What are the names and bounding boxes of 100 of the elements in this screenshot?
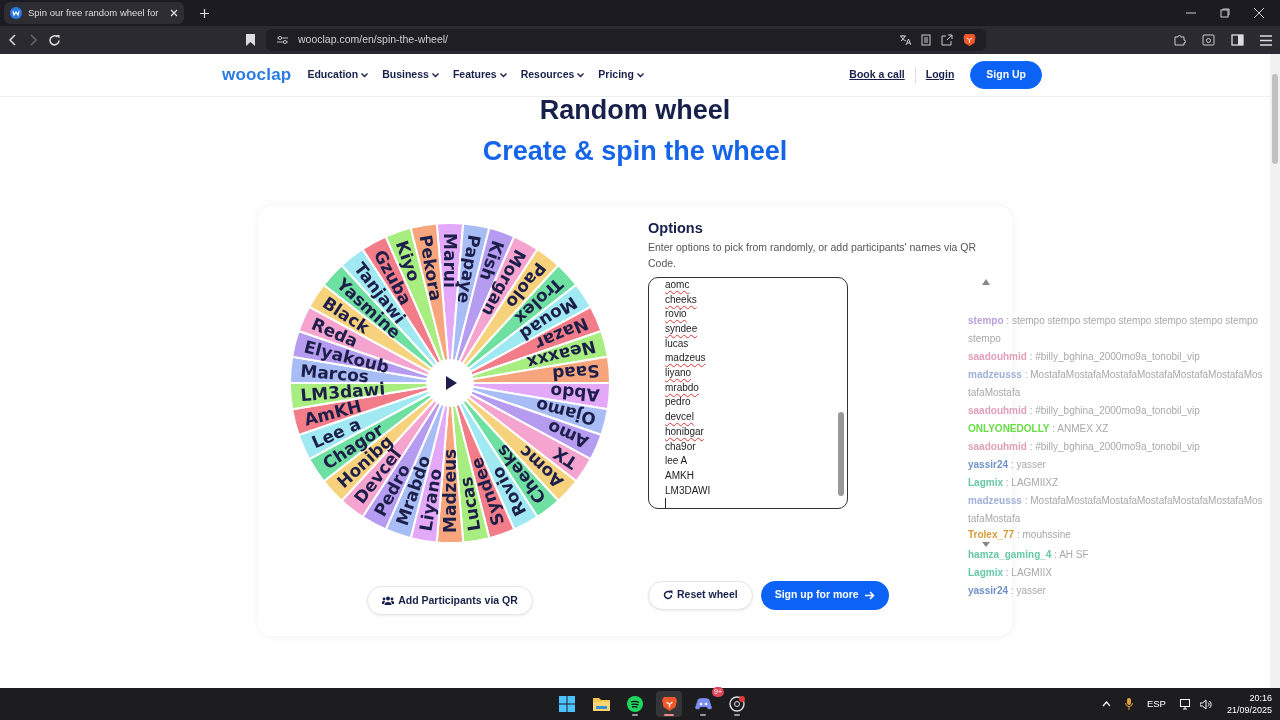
wallet-icon[interactable] xyxy=(1202,34,1215,46)
chevron-down-icon xyxy=(577,72,585,78)
chat-message: saadouhmid : #billy_bghina_2000mo9a_tonobil_vip xyxy=(968,404,1201,418)
chat-message: madzeusss : MostafaMostafaMostafaMostafaMostafaMostafaMostafaMostafa xyxy=(968,368,1264,400)
chevron-up-icon[interactable] xyxy=(1101,701,1111,707)
option-entry: LM3DAWI xyxy=(665,483,712,498)
chat-message: saadouhmid : #billy_bghina_2000mo9a_tonobil_vip xyxy=(968,440,1201,454)
network-icon[interactable] xyxy=(1179,698,1192,710)
nav-menu-item[interactable]: Resources xyxy=(520,67,585,83)
wheel-label: Saad xyxy=(551,360,601,385)
forward-icon[interactable] xyxy=(28,34,38,46)
play-button[interactable] xyxy=(426,359,474,407)
option-entry: aomc xyxy=(665,277,691,292)
option-entry: lee A xyxy=(665,454,689,469)
option-entry: lucas xyxy=(665,336,690,351)
page-subtitle: Create & spin the wheel xyxy=(481,138,789,165)
back-icon[interactable] xyxy=(8,34,18,46)
option-entry: liyano xyxy=(665,366,693,381)
music-app-icon xyxy=(627,696,643,712)
option-entry: syndee xyxy=(665,321,699,336)
scroll-down-icon[interactable] xyxy=(982,542,990,547)
translate-icon[interactable] xyxy=(899,34,911,46)
wheel-label: Madzeus xyxy=(440,448,460,533)
volume-icon[interactable] xyxy=(1199,698,1213,710)
text-cursor xyxy=(665,498,666,508)
taskbar-app[interactable] xyxy=(656,691,682,717)
chat-message: ONLYONEDOLLY : ANMEX XZ xyxy=(968,422,1110,436)
nav-menu-item[interactable]: Pricing xyxy=(598,67,644,83)
sign-up-for-more-button[interactable]: Sign up for more xyxy=(760,580,889,610)
chat-message: saadouhmid : #billy_bghina_2000mo9a_tonobil_vip xyxy=(968,350,1201,364)
new-tab-icon[interactable] xyxy=(200,8,209,18)
option-entry: devcel xyxy=(665,410,695,425)
restore-icon[interactable] xyxy=(1220,8,1230,18)
add-participants-button[interactable]: Add Participants via QR xyxy=(367,586,533,615)
chat-message: madzeusss : MostafaMostafaMostafaMostafaMostafaMostafaMostafaMostafa xyxy=(968,494,1264,526)
reader-icon[interactable] xyxy=(921,34,931,46)
chat-message: yassir24 : yasser xyxy=(968,458,1047,472)
scrollbar-thumb[interactable] xyxy=(838,411,844,496)
language-indicator[interactable]: ESP xyxy=(1146,696,1166,712)
tab-title: Spin our free random wheel for xyxy=(28,5,160,20)
bookmark-icon[interactable] xyxy=(246,34,255,46)
browser-tab[interactable]: Spin our free random wheel for xyxy=(4,2,184,24)
options-title: Options xyxy=(648,220,704,238)
users-icon xyxy=(382,596,395,605)
close-icon[interactable] xyxy=(170,9,178,17)
running-indicator xyxy=(664,714,674,716)
chat-message: yassir24 : yasser xyxy=(968,584,1047,598)
options-input[interactable]: aomc cheeks rovio syndee lucas madzeus liyano mrabdo pedro devcel honibgar cha9or lee A AMKH LM3DAWI xyxy=(648,276,848,509)
clock-date[interactable]: 21/09/2025 xyxy=(1226,704,1272,716)
login-link[interactable]: Login xyxy=(925,67,955,83)
page-title: Random wheel xyxy=(538,97,732,124)
url-text[interactable]: wooclap.com/en/spin-the-wheel/ xyxy=(298,32,448,48)
site-settings-icon[interactable] xyxy=(277,35,288,45)
option-entry: cha9or xyxy=(665,439,697,454)
sidebar-icon[interactable] xyxy=(1231,34,1244,46)
option-entry: cheeks xyxy=(665,292,698,307)
chevron-down-icon xyxy=(636,72,644,78)
site-logo[interactable]: wooclap xyxy=(222,62,292,88)
folder-icon xyxy=(592,697,610,711)
running-indicator xyxy=(700,714,706,716)
option-entry: mrabdo xyxy=(665,380,700,395)
arrow-right-icon xyxy=(864,590,875,600)
puzzle-icon[interactable] xyxy=(1174,34,1186,46)
book-call-link[interactable]: Book a call xyxy=(849,67,905,83)
chevron-down-icon xyxy=(499,72,507,78)
option-entry: AMKH xyxy=(665,468,695,483)
chat-message: stempo : stempo stempo stempo stempo stempo stempo stempo stempo xyxy=(968,314,1260,346)
running-indicator xyxy=(734,714,740,716)
nav-menu-item[interactable]: Education xyxy=(307,67,369,83)
close-icon[interactable] xyxy=(1254,8,1264,18)
running-indicator xyxy=(632,714,638,716)
lion-shield-icon[interactable] xyxy=(963,33,976,47)
clock-time[interactable]: 20:16 xyxy=(1226,692,1272,704)
windows-logo-icon xyxy=(559,696,575,712)
option-entry: rovio xyxy=(665,307,688,322)
scroll-up-icon[interactable] xyxy=(982,279,990,285)
option-entry: madzeus xyxy=(665,351,707,366)
option-entry: pedro xyxy=(665,395,692,410)
record-app-icon xyxy=(729,696,745,712)
chat-message: Lagmix : LAGMIIXZ xyxy=(968,476,1060,490)
sign-up-button[interactable]: Sign Up xyxy=(970,61,1042,89)
scrollbar-thumb[interactable] xyxy=(1272,74,1278,164)
option-entry: honibgar xyxy=(665,424,705,439)
game-controller-icon xyxy=(694,697,712,711)
lion-icon xyxy=(661,696,677,712)
nav-menu-item[interactable]: Features xyxy=(452,67,507,83)
chevron-down-icon xyxy=(431,72,439,78)
reload-icon[interactable] xyxy=(48,33,61,47)
refresh-icon xyxy=(663,590,673,601)
menu-icon[interactable] xyxy=(1260,34,1272,46)
chevron-down-icon xyxy=(361,72,369,78)
nav-menu-item[interactable]: Business xyxy=(382,67,439,83)
chat-message: hamza_gaming_4 : AH SF xyxy=(968,548,1090,562)
chat-message: Lagmix : LAGMIIX xyxy=(968,566,1053,580)
reset-wheel-button[interactable]: Reset wheel xyxy=(648,580,753,610)
microphone-icon[interactable] xyxy=(1124,698,1133,710)
site-logo-icon xyxy=(10,7,22,19)
chat-message: Trolex_77 : mouhssine xyxy=(968,528,1072,542)
options-description: Enter options to pick from randomly, or add participants' names via QR Code. xyxy=(648,240,978,271)
share-icon[interactable] xyxy=(941,34,953,46)
